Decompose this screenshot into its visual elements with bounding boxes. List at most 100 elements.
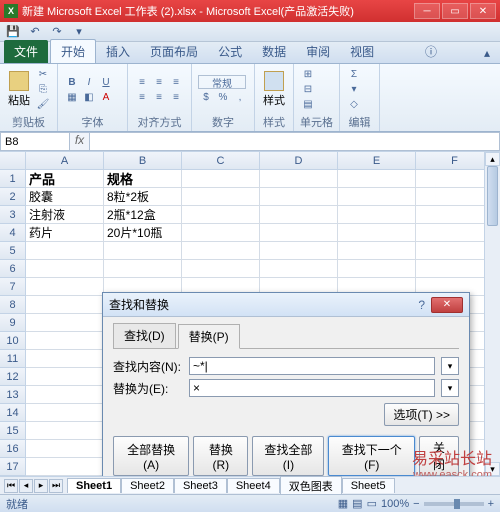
close-button[interactable]: ✕ <box>470 3 496 19</box>
sheet-nav-next-icon[interactable]: ▸ <box>34 479 48 493</box>
row-header[interactable]: 3 <box>0 206 26 224</box>
cell[interactable]: 2瓶*12盒 <box>104 206 182 224</box>
tab-home[interactable]: 开始 <box>50 39 96 63</box>
cell[interactable]: 20片*10瓶 <box>104 224 182 242</box>
col-header[interactable]: B <box>104 152 182 170</box>
col-header[interactable]: C <box>182 152 260 170</box>
row-header[interactable]: 17 <box>0 458 26 476</box>
sheet-tab[interactable]: Sheet3 <box>174 478 227 493</box>
tab-insert[interactable]: 插入 <box>96 40 140 63</box>
find-all-button[interactable]: 查找全部(I) <box>252 436 324 476</box>
tab-data[interactable]: 数据 <box>252 40 296 63</box>
find-input[interactable] <box>189 357 435 375</box>
zoom-in-icon[interactable]: + <box>488 498 494 510</box>
align-center-icon[interactable]: ≡ <box>151 90 167 104</box>
dialog-close-button[interactable]: ✕ <box>431 297 463 313</box>
cell[interactable]: 药片 <box>26 224 104 242</box>
cell[interactable]: 8粒*2板 <box>104 188 182 206</box>
scroll-thumb[interactable] <box>487 166 498 226</box>
cut-icon[interactable]: ✂ <box>35 68 51 82</box>
delete-cell-icon[interactable]: ⊟ <box>300 83 316 97</box>
align-mid-icon[interactable]: ≡ <box>151 75 167 89</box>
copy-icon[interactable]: ⎘ <box>35 83 51 97</box>
row-header[interactable]: 7 <box>0 278 26 296</box>
cell[interactable] <box>26 458 104 476</box>
col-header[interactable]: F <box>416 152 494 170</box>
cell[interactable] <box>182 170 260 188</box>
align-left-icon[interactable]: ≡ <box>134 90 150 104</box>
cell[interactable] <box>260 170 338 188</box>
replace-input[interactable] <box>189 379 435 397</box>
cell[interactable]: 规格 <box>104 170 182 188</box>
row-header[interactable]: 6 <box>0 260 26 278</box>
cell[interactable] <box>416 242 494 260</box>
sheet-tab[interactable]: Sheet5 <box>342 478 395 493</box>
zoom-out-icon[interactable]: − <box>413 498 419 510</box>
cell[interactable] <box>182 206 260 224</box>
cell[interactable] <box>26 278 104 296</box>
italic-icon[interactable]: I <box>81 75 97 89</box>
underline-icon[interactable]: U <box>98 75 114 89</box>
align-top-icon[interactable]: ≡ <box>134 75 150 89</box>
replace-all-button[interactable]: 全部替换(A) <box>113 436 189 476</box>
view-normal-icon[interactable]: ▦ <box>338 497 348 510</box>
replace-button[interactable]: 替换(R) <box>193 436 248 476</box>
ribbon-minimize-icon[interactable]: ▴ <box>478 43 496 63</box>
cell[interactable] <box>338 260 416 278</box>
view-layout-icon[interactable]: ▤ <box>352 497 362 510</box>
align-right-icon[interactable]: ≡ <box>168 90 184 104</box>
cell[interactable] <box>182 242 260 260</box>
tab-find[interactable]: 查找(D) <box>113 323 176 348</box>
cell[interactable] <box>26 332 104 350</box>
cell[interactable] <box>260 224 338 242</box>
row-header[interactable]: 4 <box>0 224 26 242</box>
cell[interactable]: 注射液 <box>26 206 104 224</box>
row-header[interactable]: 9 <box>0 314 26 332</box>
sheet-nav-last-icon[interactable]: ⏭ <box>49 479 63 493</box>
tab-file[interactable]: 文件 <box>4 40 48 63</box>
cell[interactable] <box>26 404 104 422</box>
cell[interactable] <box>260 206 338 224</box>
cell[interactable]: 胶囊 <box>26 188 104 206</box>
vertical-scrollbar[interactable]: ▴ ▾ <box>484 152 500 476</box>
tab-review[interactable]: 审阅 <box>296 40 340 63</box>
name-box[interactable] <box>0 132 70 151</box>
row-header[interactable]: 2 <box>0 188 26 206</box>
cell[interactable] <box>182 260 260 278</box>
cell[interactable] <box>338 224 416 242</box>
dialog-help-icon[interactable]: ? <box>418 298 425 312</box>
qat-dropdown-icon[interactable]: ▾ <box>70 24 88 40</box>
styles-button[interactable]: 样式 <box>261 69 287 110</box>
zoom-level[interactable]: 100% <box>381 498 409 510</box>
dialog-titlebar[interactable]: 查找和替换 ? ✕ <box>103 293 469 317</box>
comma-icon[interactable]: , <box>232 90 248 104</box>
format-cell-icon[interactable]: ▤ <box>300 98 316 112</box>
fx-icon[interactable]: fx <box>70 132 90 151</box>
paste-button[interactable]: 粘贴 <box>6 69 32 110</box>
autosum-icon[interactable]: Σ <box>346 68 362 82</box>
row-header[interactable]: 10 <box>0 332 26 350</box>
cell[interactable] <box>338 170 416 188</box>
scroll-down-icon[interactable]: ▾ <box>485 462 500 476</box>
bold-icon[interactable]: B <box>64 75 80 89</box>
sheet-tab[interactable]: Sheet1 <box>67 478 121 493</box>
close-button[interactable]: 关闭 <box>419 436 459 476</box>
cell[interactable]: 产品 <box>26 170 104 188</box>
fill-icon[interactable]: ▾ <box>346 83 362 97</box>
cell[interactable] <box>26 368 104 386</box>
cell[interactable] <box>26 242 104 260</box>
col-header[interactable]: E <box>338 152 416 170</box>
options-button[interactable]: 选项(T) >> <box>384 403 459 426</box>
cell[interactable] <box>182 224 260 242</box>
cell[interactable] <box>260 260 338 278</box>
sheet-nav-first-icon[interactable]: ⏮ <box>4 479 18 493</box>
align-bot-icon[interactable]: ≡ <box>168 75 184 89</box>
view-break-icon[interactable]: ▭ <box>367 497 377 510</box>
cell[interactable] <box>26 314 104 332</box>
tab-view[interactable]: 视图 <box>340 40 384 63</box>
save-icon[interactable]: 💾 <box>4 24 22 40</box>
number-format-select[interactable]: 常规 <box>198 75 246 89</box>
cell[interactable] <box>26 260 104 278</box>
tab-layout[interactable]: 页面布局 <box>140 40 208 63</box>
row-header[interactable]: 1 <box>0 170 26 188</box>
